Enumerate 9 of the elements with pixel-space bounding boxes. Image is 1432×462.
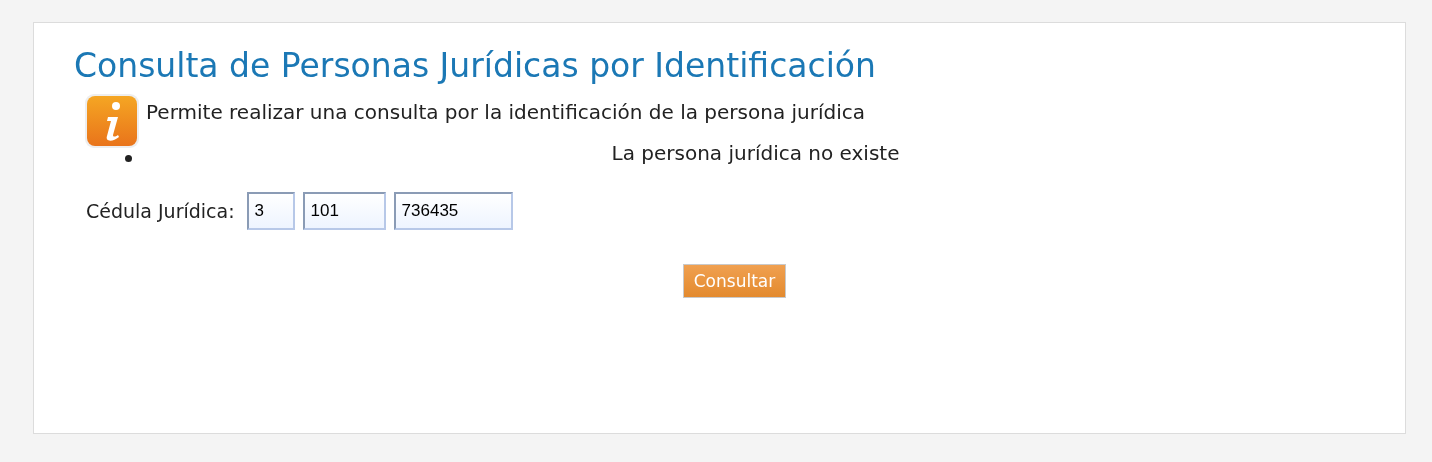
page-title: Consulta de Personas Jurídicas por Identificación bbox=[74, 45, 877, 87]
description-text: Permite realizar una consulta por la identificación de la persona jurídica bbox=[146, 100, 866, 124]
error-message: La persona jurídica no existe bbox=[611, 141, 900, 165]
bullet-icon bbox=[125, 155, 132, 162]
input-field[interactable]: 3 bbox=[246, 192, 295, 230]
field-label: Cédula Jurídica: bbox=[86, 200, 235, 222]
info-icon bbox=[84, 93, 140, 149]
input-field[interactable]: 736435 bbox=[393, 192, 513, 230]
input-field[interactable]: 101 bbox=[302, 192, 386, 230]
